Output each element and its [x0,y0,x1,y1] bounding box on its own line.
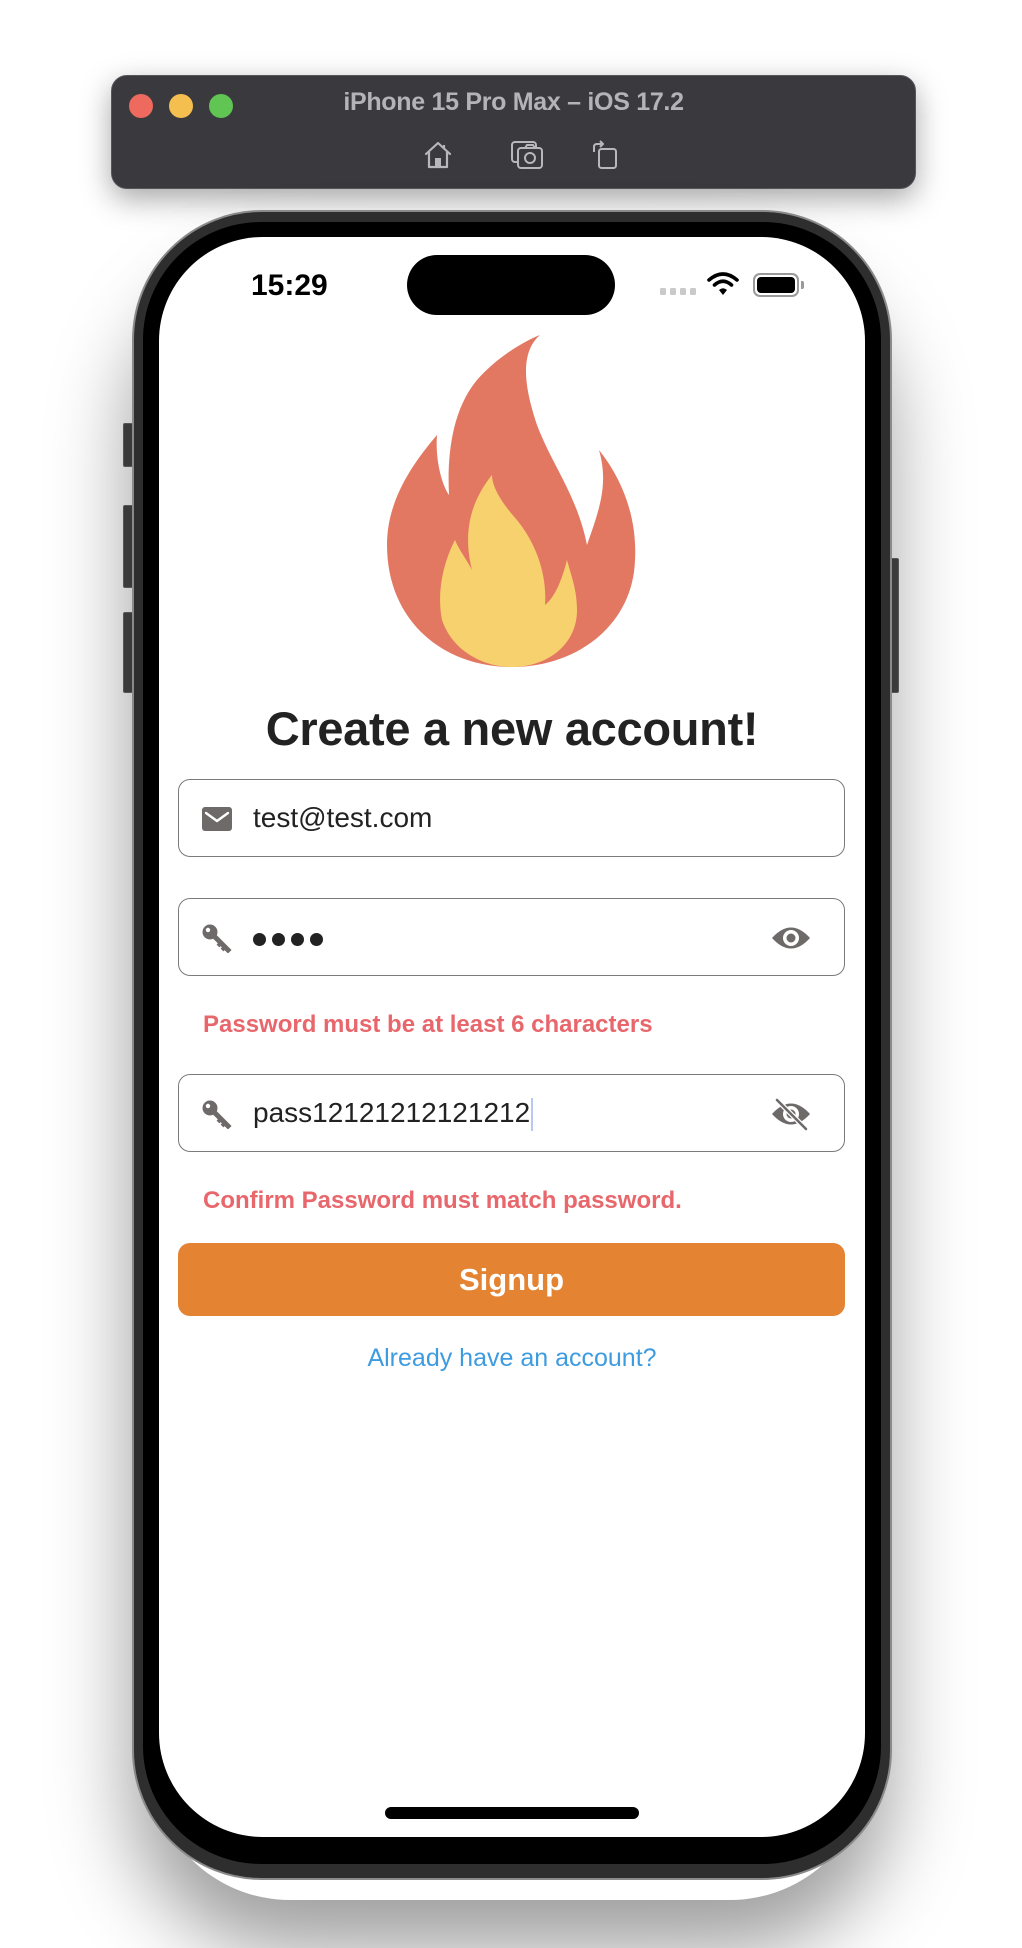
key-icon [201,1099,233,1130]
camera-icon [511,141,543,169]
rotate-icon [593,140,617,169]
page-title: Create a new account! [265,702,759,755]
status-time: 15:29 [251,269,328,302]
signup-button[interactable]: Signup [178,1243,845,1316]
simulator-window-toolbar: iPhone 15 Pro Max – iOS 17.2 [111,75,916,189]
wifi-icon [707,272,739,295]
key-icon [201,923,233,954]
password-field[interactable] [178,898,845,976]
phone-screen: 15:29 Create a new account! test@test.co… [159,237,865,1837]
signal-dots-icon [660,288,696,295]
battery-icon [753,273,799,297]
rotate-button[interactable] [588,138,622,172]
battery-cap [801,281,804,289]
eye-icon [772,927,810,949]
confirm-password-error: Confirm Password must match password. [203,1187,682,1214]
confirm-password-input[interactable]: pass12121212121212 [253,1095,534,1132]
email-field[interactable]: test@test.com [178,779,845,857]
show-password-toggle[interactable] [769,921,813,955]
email-input-value[interactable]: test@test.com [253,800,432,836]
already-have-account-link[interactable]: Already have an account? [159,1344,865,1373]
dynamic-island [407,255,615,315]
window-title: iPhone 15 Pro Max – iOS 17.2 [343,88,684,116]
home-button[interactable] [421,138,455,172]
screenshot-button[interactable] [510,138,544,172]
home-indicator[interactable] [385,1807,639,1819]
password-error: Password must be at least 6 characters [203,1011,653,1038]
confirm-password-value: pass12121212121212 [253,1097,531,1128]
email-icon [201,804,233,834]
flame-icon [387,335,636,667]
eye-off-icon [772,1098,810,1131]
hide-password-toggle[interactable] [769,1097,813,1131]
password-input-masked[interactable] [253,921,323,957]
text-caret [531,1098,534,1132]
confirm-password-field[interactable]: pass12121212121212 [178,1074,845,1152]
home-icon [424,141,452,169]
